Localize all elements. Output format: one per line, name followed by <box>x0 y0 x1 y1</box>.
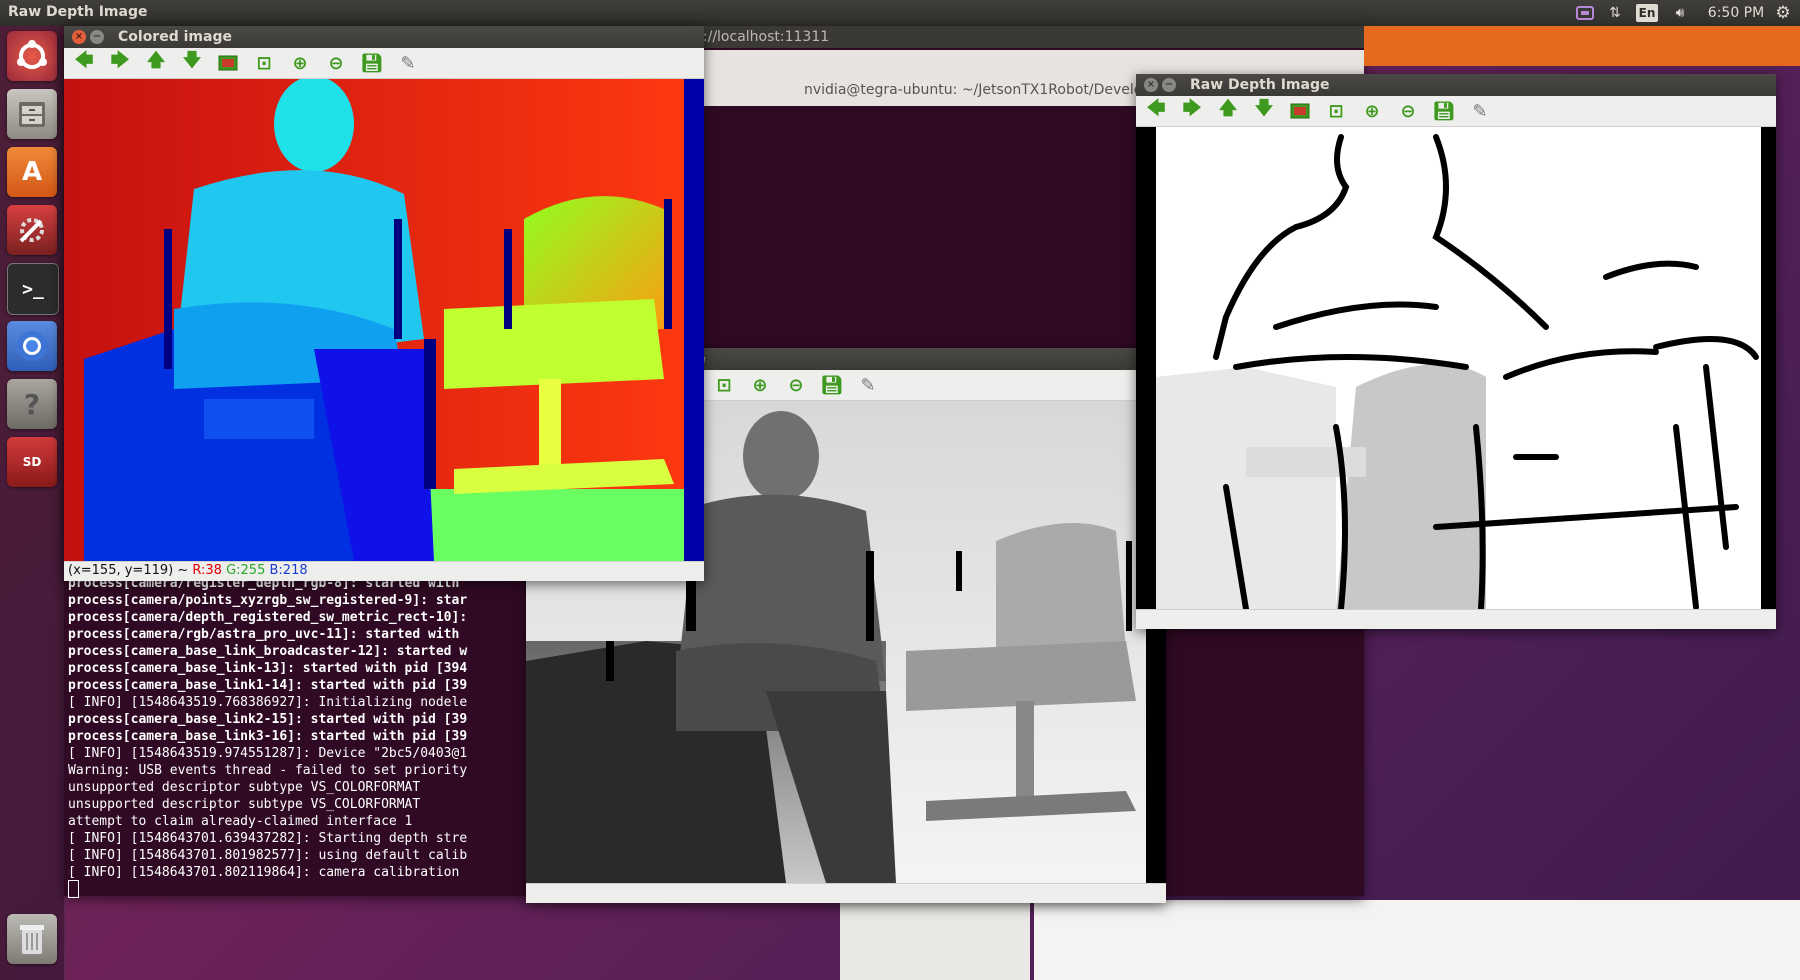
terminal-line: attempt to claim already-claimed interfa… <box>68 814 413 829</box>
close-icon[interactable]: × <box>72 30 86 44</box>
arrow-left-icon[interactable]: 🡄 <box>72 50 96 74</box>
zoom-out-icon[interactable]: ⊖ <box>324 52 348 74</box>
terminal-line: unsupported descriptor subtype VS_COLORF… <box>68 780 421 795</box>
session-gear-icon[interactable]: ⚙ <box>1772 2 1794 24</box>
close-icon[interactable]: × <box>1144 78 1158 92</box>
terminal-line: [ INFO] [1548643519.768386927]: Initiali… <box>68 695 468 710</box>
properties-brush-icon[interactable]: ✎ <box>1468 100 1492 122</box>
terminal-line: unsupported descriptor subtype VS_COLORF… <box>68 797 421 812</box>
image-icon[interactable] <box>216 52 240 74</box>
zoom-in-icon[interactable]: ⊕ <box>288 52 312 74</box>
raw-depth-titlebar: × − Raw Depth Image <box>1136 74 1776 96</box>
background-orange-strip <box>1364 26 1800 66</box>
launcher: A >_ ? SD <box>0 26 65 980</box>
properties-brush-icon[interactable]: ✎ <box>396 52 420 74</box>
properties-brush-icon[interactable]: ✎ <box>856 374 880 396</box>
terminal-line: process[camera_base_link1-14]: started w… <box>68 678 468 693</box>
image-icon[interactable] <box>1288 100 1312 122</box>
terminal-line: Warning: USB events thread - failed to s… <box>68 763 468 778</box>
pixel-b-value: B:218 <box>269 563 308 578</box>
zoom-fit-icon[interactable]: ⊡ <box>252 52 276 74</box>
zoom-in-icon[interactable]: ⊕ <box>748 374 772 396</box>
colored-status-bar: (x=155, y=119) ~ R:38 G:255 B:218 <box>64 561 704 580</box>
wrench-gear-icon[interactable] <box>7 205 57 255</box>
zoom-fit-icon[interactable]: ⊡ <box>1324 100 1348 122</box>
terminal-line: process[camera/points_xyzrgb_sw_register… <box>68 593 468 608</box>
question-icon[interactable]: ? <box>7 379 57 429</box>
terminal-line: process[camera/rgb/astra_pro_uvc-11]: st… <box>68 627 460 642</box>
arrow-up-icon[interactable]: 🡅 <box>144 50 168 74</box>
colored-toolbar: 🡄 🡆 🡅 🡇 ⊡ ⊕ ⊖ 💾︎ ✎ <box>64 48 704 79</box>
colored-image-window: × − Colored image 🡄 🡆 🡅 🡇 ⊡ ⊕ ⊖ 💾︎ ✎ (x=… <box>64 26 704 581</box>
terminal-line: process[camera_base_link3-16]: started w… <box>68 729 468 744</box>
save-icon[interactable]: 💾︎ <box>1432 100 1456 122</box>
raw-depth-toolbar: 🡄 🡆 🡅 🡇 ⊡ ⊕ ⊖ 💾︎ ✎ <box>1136 96 1776 127</box>
terminal-cursor <box>68 880 79 898</box>
chromium-icon[interactable] <box>7 321 57 371</box>
clock[interactable]: 6:50 PM <box>1706 2 1766 24</box>
terminal-line: process[camera_base_link-13]: started wi… <box>68 661 468 676</box>
shopping-bag-icon[interactable]: A <box>7 147 57 197</box>
raw-depth-image[interactable] <box>1136 127 1776 609</box>
terminal-line: process[camera/depth_registered_sw_metri… <box>68 610 468 625</box>
arrow-left-icon[interactable]: 🡄 <box>1144 98 1168 122</box>
zoom-in-icon[interactable]: ⊕ <box>1360 100 1384 122</box>
grayscale-status-bar <box>526 883 1166 902</box>
terminal-output[interactable]: process[camera/register_depth_rgb-8]: st… <box>64 572 524 898</box>
arrow-down-icon[interactable]: 🡇 <box>1252 98 1276 122</box>
background-window-pane <box>840 900 1030 980</box>
pixel-coords: (x=155, y=119) ~ <box>68 563 189 578</box>
minimize-icon[interactable]: − <box>1162 78 1176 92</box>
terminal-line: [ INFO] [1548643701.801982577]: using de… <box>68 848 468 863</box>
colored-window-title: Colored image <box>118 29 232 45</box>
raw-depth-status-bar <box>1136 609 1776 628</box>
sd-card-icon[interactable]: SD <box>7 437 57 487</box>
ubuntu-logo-icon[interactable] <box>7 31 57 81</box>
top-panel: Raw Depth Image ⇅ En 🔊︎ 6:50 PM ⚙ <box>0 0 1800 26</box>
raw-depth-window: × − Raw Depth Image 🡄 🡆 🡅 🡇 ⊡ ⊕ ⊖ 💾︎ ✎ <box>1136 74 1776 629</box>
minimize-icon[interactable]: − <box>90 30 104 44</box>
terminal-line: [ INFO] [1548643701.802119864]: camera c… <box>68 865 460 880</box>
messaging-icon[interactable] <box>1574 2 1596 24</box>
network-updown-icon[interactable]: ⇅ <box>1604 2 1626 24</box>
terminal-line: [ INFO] [1548643701.639437282]: Starting… <box>68 831 468 846</box>
trash-icon[interactable] <box>7 914 57 964</box>
colored-window-titlebar: × − Colored image <box>64 26 704 48</box>
volume-icon[interactable]: 🔊︎ <box>1668 2 1692 24</box>
terminal-icon[interactable]: >_ <box>7 263 59 315</box>
file-cabinet-icon[interactable] <box>7 89 57 139</box>
colored-depth-image[interactable] <box>64 79 704 561</box>
pixel-g-value: G:255 <box>226 563 266 578</box>
zoom-out-icon[interactable]: ⊖ <box>784 374 808 396</box>
keyboard-layout-indicator[interactable]: En <box>1636 4 1658 22</box>
zoom-out-icon[interactable]: ⊖ <box>1396 100 1420 122</box>
active-window-title: Raw Depth Image <box>8 4 148 20</box>
arrow-up-icon[interactable]: 🡅 <box>1216 98 1240 122</box>
background-window-pane <box>1034 900 1800 980</box>
terminal-line: process[camera_base_link2-15]: started w… <box>68 712 468 727</box>
pixel-r-value: R:38 <box>192 563 222 578</box>
arrow-down-icon[interactable]: 🡇 <box>180 50 204 74</box>
terminal-line: process[camera_base_link_broadcaster-12]… <box>68 644 468 659</box>
arrow-right-icon[interactable]: 🡆 <box>1180 98 1204 122</box>
raw-depth-title: Raw Depth Image <box>1190 77 1330 93</box>
save-icon[interactable]: 💾︎ <box>820 374 844 396</box>
terminal-line: [ INFO] [1548643519.974551287]: Device "… <box>68 746 468 761</box>
save-icon[interactable]: 💾︎ <box>360 52 384 74</box>
arrow-right-icon[interactable]: 🡆 <box>108 50 132 74</box>
zoom-fit-icon[interactable]: ⊡ <box>712 374 736 396</box>
